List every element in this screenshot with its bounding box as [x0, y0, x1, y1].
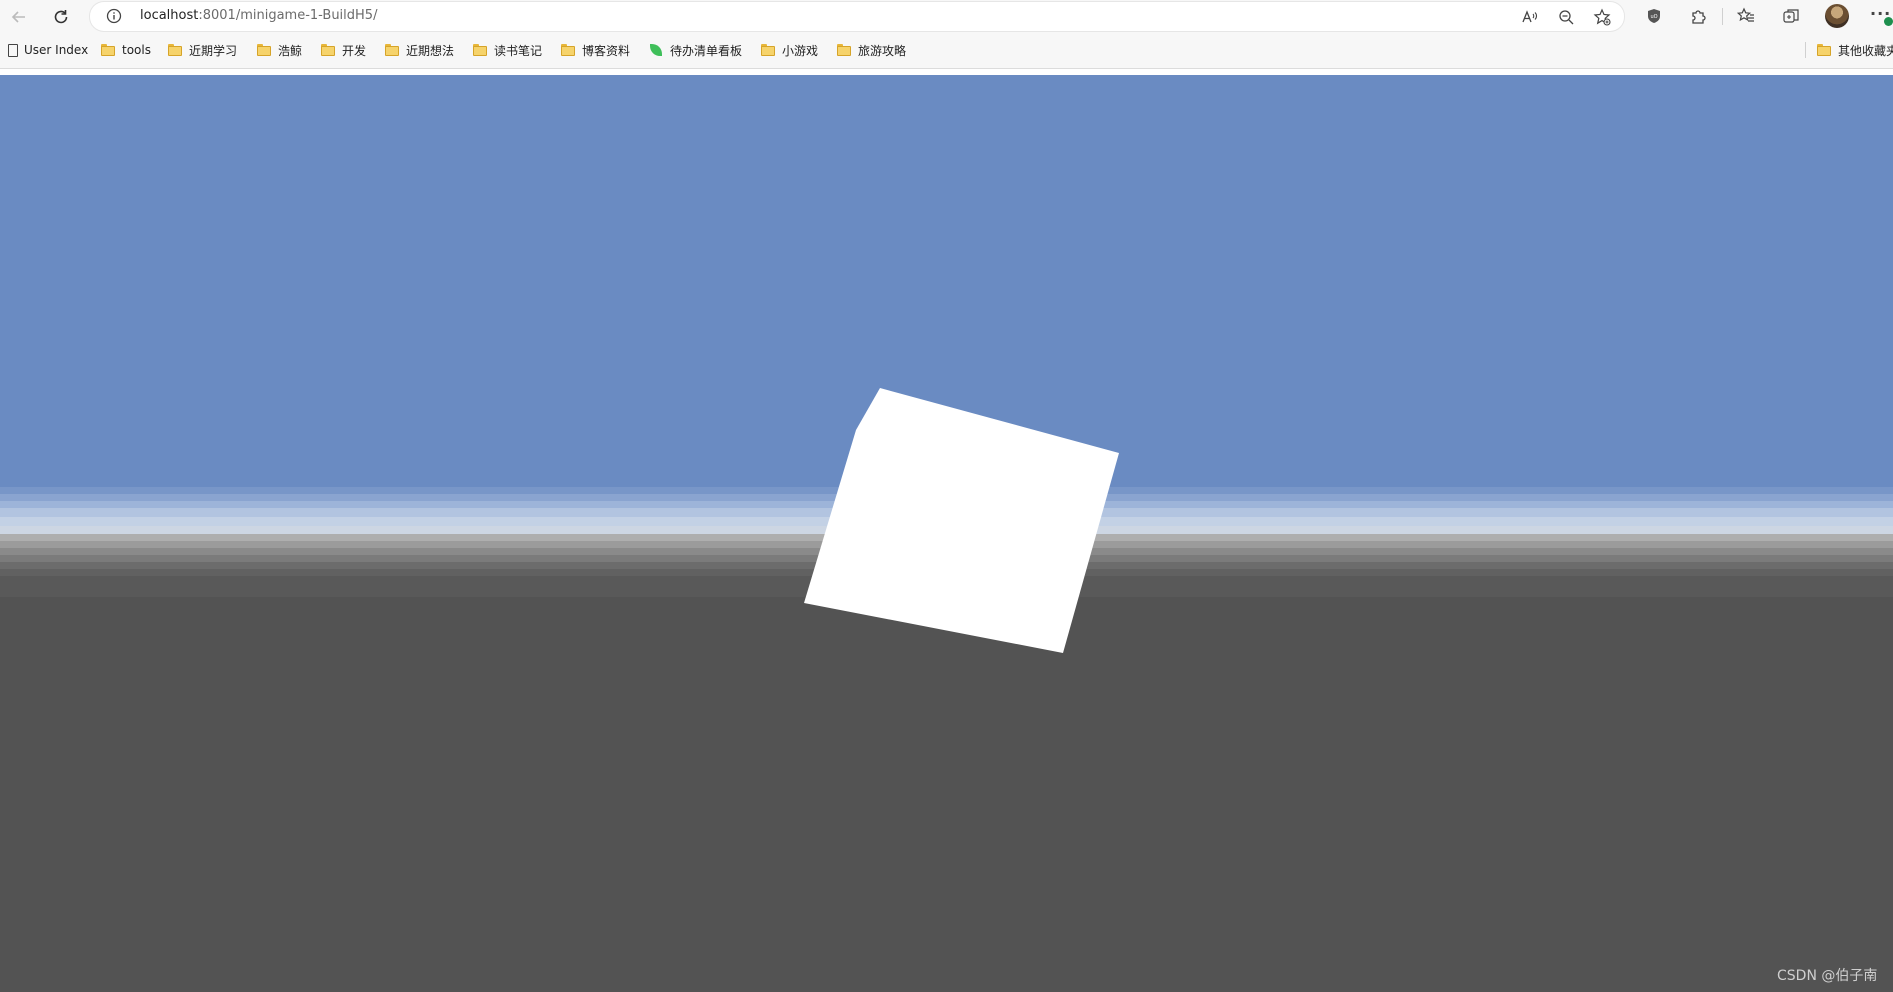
rotating-cube	[804, 388, 1119, 653]
bookmark-user-index[interactable]: User Index	[6, 41, 88, 59]
url-path: :8001/minigame-1-BuildH5/	[198, 8, 378, 23]
bookmark-todo-board[interactable]: 待办清单看板	[648, 41, 742, 59]
url-host: localhost	[140, 8, 199, 23]
folder-icon	[560, 42, 576, 58]
browser-toolbar: localhost:8001/minigame-1-BuildH5/ uO ··…	[0, 0, 1893, 33]
bookmarks-bar: User Index tools 近期学习 浩鲸 开发 近期想法 读书笔记 博客…	[0, 33, 1893, 69]
address-bar[interactable]: localhost:8001/minigame-1-BuildH5/	[90, 2, 1624, 31]
bookmark-folder-reading-notes[interactable]: 读书笔记	[472, 41, 542, 59]
back-button[interactable]	[6, 4, 32, 30]
game-canvas[interactable]: CSDN @伯子南	[0, 75, 1893, 992]
back-arrow-icon	[11, 11, 25, 23]
bookmark-folder-tools[interactable]: tools	[100, 41, 151, 59]
bookmarks-separator	[1805, 42, 1806, 58]
favorites-icon[interactable]	[1735, 5, 1757, 27]
folder-icon	[320, 42, 336, 58]
svg-text:uO: uO	[1650, 14, 1657, 20]
collections-icon[interactable]	[1780, 5, 1802, 27]
folder-icon	[167, 42, 183, 58]
toolbar-separator	[1722, 8, 1723, 25]
site-info-icon[interactable]	[106, 8, 122, 24]
bookmark-label: 其他收藏夹	[1838, 43, 1893, 58]
bookmark-label: 博客资料	[582, 43, 631, 58]
folder-icon	[384, 42, 400, 58]
watermark-text: CSDN @伯子南	[1777, 968, 1878, 984]
bookmark-folder-recent-ideas[interactable]: 近期想法	[384, 41, 454, 59]
shield-extension-icon[interactable]: uO	[1643, 5, 1665, 27]
folder-icon	[836, 42, 852, 58]
bookmark-label: 近期想法	[406, 43, 455, 58]
bookmark-folder-minigames[interactable]: 小游戏	[760, 41, 818, 59]
reload-icon	[54, 10, 68, 24]
bookmark-label: 近期学习	[189, 43, 238, 58]
folder-icon	[760, 42, 776, 58]
bookmark-label: 浩鲸	[278, 43, 303, 58]
page-icon	[8, 43, 18, 57]
bookmark-folder-blog[interactable]: 博客资料	[560, 41, 630, 59]
folder-icon	[256, 42, 272, 58]
bookmark-label: 待办清单看板	[670, 43, 743, 58]
bookmark-folder-haojing[interactable]: 浩鲸	[256, 41, 302, 59]
bookmark-label: User Index	[24, 43, 89, 57]
bookmark-label: 旅游攻略	[858, 43, 907, 58]
folder-icon	[1816, 42, 1832, 58]
leaf-icon	[648, 42, 664, 58]
update-badge	[1884, 17, 1893, 26]
bookmark-label: 开发	[342, 43, 367, 58]
bookmark-label: tools	[122, 43, 151, 57]
reload-button[interactable]	[48, 4, 74, 30]
bookmark-label: 读书笔记	[494, 43, 543, 58]
folder-icon	[472, 42, 488, 58]
url-text[interactable]: localhost:8001/minigame-1-BuildH5/	[140, 8, 377, 23]
read-aloud-icon[interactable]	[1520, 8, 1538, 26]
extensions-puzzle-icon[interactable]	[1687, 5, 1709, 27]
zoom-out-icon[interactable]	[1557, 8, 1575, 26]
bookmark-folder-recent-study[interactable]: 近期学习	[167, 41, 237, 59]
bookmark-folder-dev[interactable]: 开发	[320, 41, 366, 59]
bookmark-folder-travel[interactable]: 旅游攻略	[836, 41, 906, 59]
browser-window: localhost:8001/minigame-1-BuildH5/ uO ··…	[0, 0, 1893, 992]
bookmark-other-favorites[interactable]: 其他收藏夹	[1816, 41, 1893, 59]
bookmark-label: 小游戏	[782, 43, 819, 58]
profile-avatar[interactable]	[1825, 4, 1849, 28]
folder-icon	[100, 42, 116, 58]
add-favorite-icon[interactable]	[1593, 8, 1611, 26]
cube-face	[804, 388, 1119, 653]
